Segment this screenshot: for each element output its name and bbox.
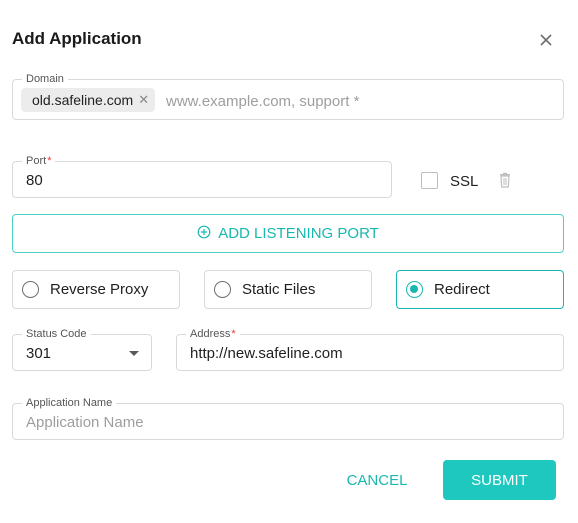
caret-down-icon[interactable]	[129, 351, 139, 356]
application-name-label: Application Name	[22, 397, 117, 409]
add-listening-port-button[interactable]: ADD LISTENING PORT	[12, 214, 564, 253]
ssl-label: SSL	[450, 173, 479, 190]
status-code-select[interactable]: Status Code 301	[12, 328, 152, 371]
mode-static-files[interactable]: Static Files	[204, 270, 372, 309]
mode-label: Redirect	[434, 281, 490, 298]
dialog-title: Add Application	[12, 29, 142, 48]
status-code-label: Status Code	[22, 328, 91, 340]
domain-input[interactable]: www.example.com, support *	[166, 93, 359, 110]
cancel-button[interactable]: CANCEL	[340, 460, 414, 500]
radio-reverse-proxy[interactable]	[22, 281, 39, 298]
mode-label: Static Files	[242, 281, 316, 298]
address-label: Address*	[186, 328, 240, 340]
trash-icon[interactable]	[497, 172, 513, 188]
port-input[interactable]: 80	[26, 172, 43, 189]
status-code-value: 301	[26, 345, 52, 362]
port-label: Port*	[22, 155, 56, 167]
application-name-field[interactable]: Application Name Application Name	[12, 397, 564, 440]
domain-field[interactable]: Domain old.safeline.com ✕ www.example.co…	[12, 73, 564, 120]
port-field[interactable]: Port* 80	[12, 155, 392, 198]
close-icon[interactable]	[536, 30, 556, 50]
radio-redirect[interactable]	[406, 281, 423, 298]
address-field[interactable]: Address* http://new.safeline.com	[176, 328, 564, 371]
application-name-input[interactable]: Application Name	[26, 414, 144, 431]
mode-reverse-proxy[interactable]: Reverse Proxy	[12, 270, 180, 309]
address-input[interactable]: http://new.safeline.com	[190, 345, 343, 362]
domain-chip-label: old.safeline.com	[32, 92, 134, 108]
mode-label: Reverse Proxy	[50, 281, 149, 298]
mode-redirect[interactable]: Redirect	[396, 270, 564, 309]
submit-button[interactable]: SUBMIT	[443, 460, 556, 500]
add-listening-port-label: ADD LISTENING PORT	[218, 225, 379, 242]
domain-label: Domain	[22, 73, 68, 85]
chip-remove-icon[interactable]: ✕	[138, 88, 149, 112]
plus-circle-icon	[197, 225, 211, 243]
ssl-checkbox[interactable]	[421, 172, 438, 189]
radio-static-files[interactable]	[214, 281, 231, 298]
domain-chip: old.safeline.com ✕	[21, 88, 156, 112]
